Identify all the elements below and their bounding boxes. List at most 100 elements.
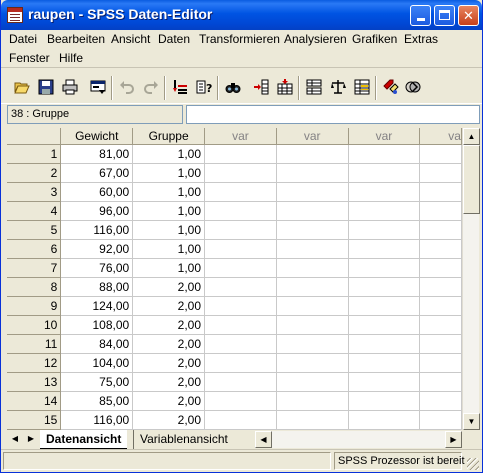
redo-button[interactable] [140, 76, 162, 98]
cell-gruppe[interactable]: 2,00 [132, 391, 206, 411]
cell-empty[interactable] [204, 296, 277, 316]
cell-empty[interactable] [348, 391, 421, 411]
weight-cases-button[interactable] [327, 76, 349, 98]
cell-empty[interactable] [419, 163, 462, 183]
cell-empty[interactable] [419, 296, 462, 316]
cell-empty[interactable] [204, 220, 277, 240]
select-cases-button[interactable] [351, 76, 373, 98]
cell-empty[interactable] [419, 277, 462, 297]
cell-gewicht[interactable]: 67,00 [60, 163, 134, 183]
menu-transformieren[interactable]: Transformieren [199, 32, 280, 46]
cell-gewicht[interactable]: 108,00 [60, 315, 134, 335]
value-labels-button[interactable] [380, 76, 402, 98]
tab-data-view[interactable]: Datenansicht [40, 430, 128, 449]
print-button[interactable] [59, 76, 81, 98]
scroll-down-button[interactable]: ▼ [463, 413, 480, 430]
goto-case-button[interactable] [169, 76, 191, 98]
column-header-var[interactable]: va [419, 128, 462, 145]
vertical-scroll-thumb[interactable] [463, 145, 480, 214]
cell-empty[interactable] [419, 220, 462, 240]
split-file-button[interactable] [303, 76, 325, 98]
menu-extras[interactable]: Extras [404, 32, 438, 46]
row-number[interactable]: 3 [7, 182, 62, 202]
dialog-recall-button[interactable] [87, 76, 109, 98]
column-header-var[interactable]: var [348, 128, 421, 145]
cell-empty[interactable] [204, 258, 277, 278]
cell-gruppe[interactable]: 1,00 [132, 182, 206, 202]
row-number[interactable]: 6 [7, 239, 62, 259]
cell-empty[interactable] [348, 201, 421, 221]
cell-gruppe[interactable]: 1,00 [132, 201, 206, 221]
maximize-button[interactable] [434, 5, 455, 26]
menu-datei[interactable]: Datei [9, 32, 37, 46]
insert-case-button[interactable] [250, 76, 272, 98]
cell-empty[interactable] [204, 334, 277, 354]
cell-empty[interactable] [348, 163, 421, 183]
cell-empty[interactable] [419, 315, 462, 335]
cell-empty[interactable] [348, 334, 421, 354]
cell-empty[interactable] [276, 258, 349, 278]
cell-empty[interactable] [204, 201, 277, 221]
cell-empty[interactable] [419, 182, 462, 202]
cell-empty[interactable] [204, 353, 277, 373]
cell-empty[interactable] [276, 239, 349, 259]
cell-gewicht[interactable]: 96,00 [60, 201, 134, 221]
scroll-left-button[interactable]: ◀ [255, 431, 272, 448]
cell-empty[interactable] [204, 315, 277, 335]
tab-variable-view[interactable]: Variablenansicht [133, 430, 234, 449]
cell-empty[interactable] [348, 296, 421, 316]
cell-gruppe[interactable]: 2,00 [132, 334, 206, 354]
scroll-up-button[interactable]: ▲ [463, 128, 480, 145]
cell-gruppe[interactable]: 2,00 [132, 296, 206, 316]
cell-empty[interactable] [276, 315, 349, 335]
title-bar[interactable]: raupen - SPSS Daten-Editor ✕ [1, 0, 482, 30]
cell-gewicht[interactable]: 85,00 [60, 391, 134, 411]
cell-empty[interactable] [419, 334, 462, 354]
cell-empty[interactable] [348, 372, 421, 392]
cell-gruppe[interactable]: 1,00 [132, 220, 206, 240]
resize-grip-icon[interactable] [467, 458, 479, 470]
row-number[interactable]: 12 [7, 353, 62, 373]
minimize-button[interactable] [410, 5, 431, 26]
row-number[interactable]: 10 [7, 315, 62, 335]
row-number[interactable]: 11 [7, 334, 62, 354]
cell-gruppe[interactable]: 2,00 [132, 372, 206, 392]
save-button[interactable] [35, 76, 57, 98]
cell-gewicht[interactable]: 92,00 [60, 239, 134, 259]
cell-gewicht[interactable]: 60,00 [60, 182, 134, 202]
cell-empty[interactable] [204, 277, 277, 297]
column-header-gewicht[interactable]: Gewicht [60, 128, 134, 145]
cell-empty[interactable] [419, 258, 462, 278]
cell-empty[interactable] [276, 277, 349, 297]
cell-empty[interactable] [419, 239, 462, 259]
row-number[interactable]: 13 [7, 372, 62, 392]
cell-empty[interactable] [419, 391, 462, 411]
row-number[interactable]: 14 [7, 391, 62, 411]
menu-analysieren[interactable]: Analysieren [284, 32, 347, 46]
row-number[interactable]: 7 [7, 258, 62, 278]
cell-gruppe[interactable]: 1,00 [132, 258, 206, 278]
cell-empty[interactable] [348, 410, 421, 430]
cell-gewicht[interactable]: 104,00 [60, 353, 134, 373]
cell-empty[interactable] [204, 372, 277, 392]
cell-gruppe[interactable]: 2,00 [132, 353, 206, 373]
row-number[interactable]: 9 [7, 296, 62, 316]
menu-grafiken[interactable]: Grafiken [352, 32, 397, 46]
cell-empty[interactable] [204, 410, 277, 430]
cell-empty[interactable] [204, 239, 277, 259]
undo-button[interactable] [116, 76, 138, 98]
column-header-var[interactable]: var [276, 128, 349, 145]
cell-empty[interactable] [348, 182, 421, 202]
cell-gewicht[interactable]: 81,00 [60, 144, 134, 164]
use-sets-button[interactable] [402, 76, 424, 98]
horizontal-scrollbar[interactable]: ◀ ▶ [255, 431, 462, 448]
cell-gruppe[interactable]: 2,00 [132, 410, 206, 430]
tab-scroll-right-button[interactable]: ▶ [24, 432, 38, 446]
cell-gruppe[interactable]: 1,00 [132, 163, 206, 183]
cell-empty[interactable] [204, 144, 277, 164]
tab-scroll-left-button[interactable]: ◀ [8, 432, 22, 446]
cell-empty[interactable] [348, 239, 421, 259]
menu-bearbeiten[interactable]: Bearbeiten [47, 32, 105, 46]
cell-empty[interactable] [204, 182, 277, 202]
cell-empty[interactable] [419, 353, 462, 373]
